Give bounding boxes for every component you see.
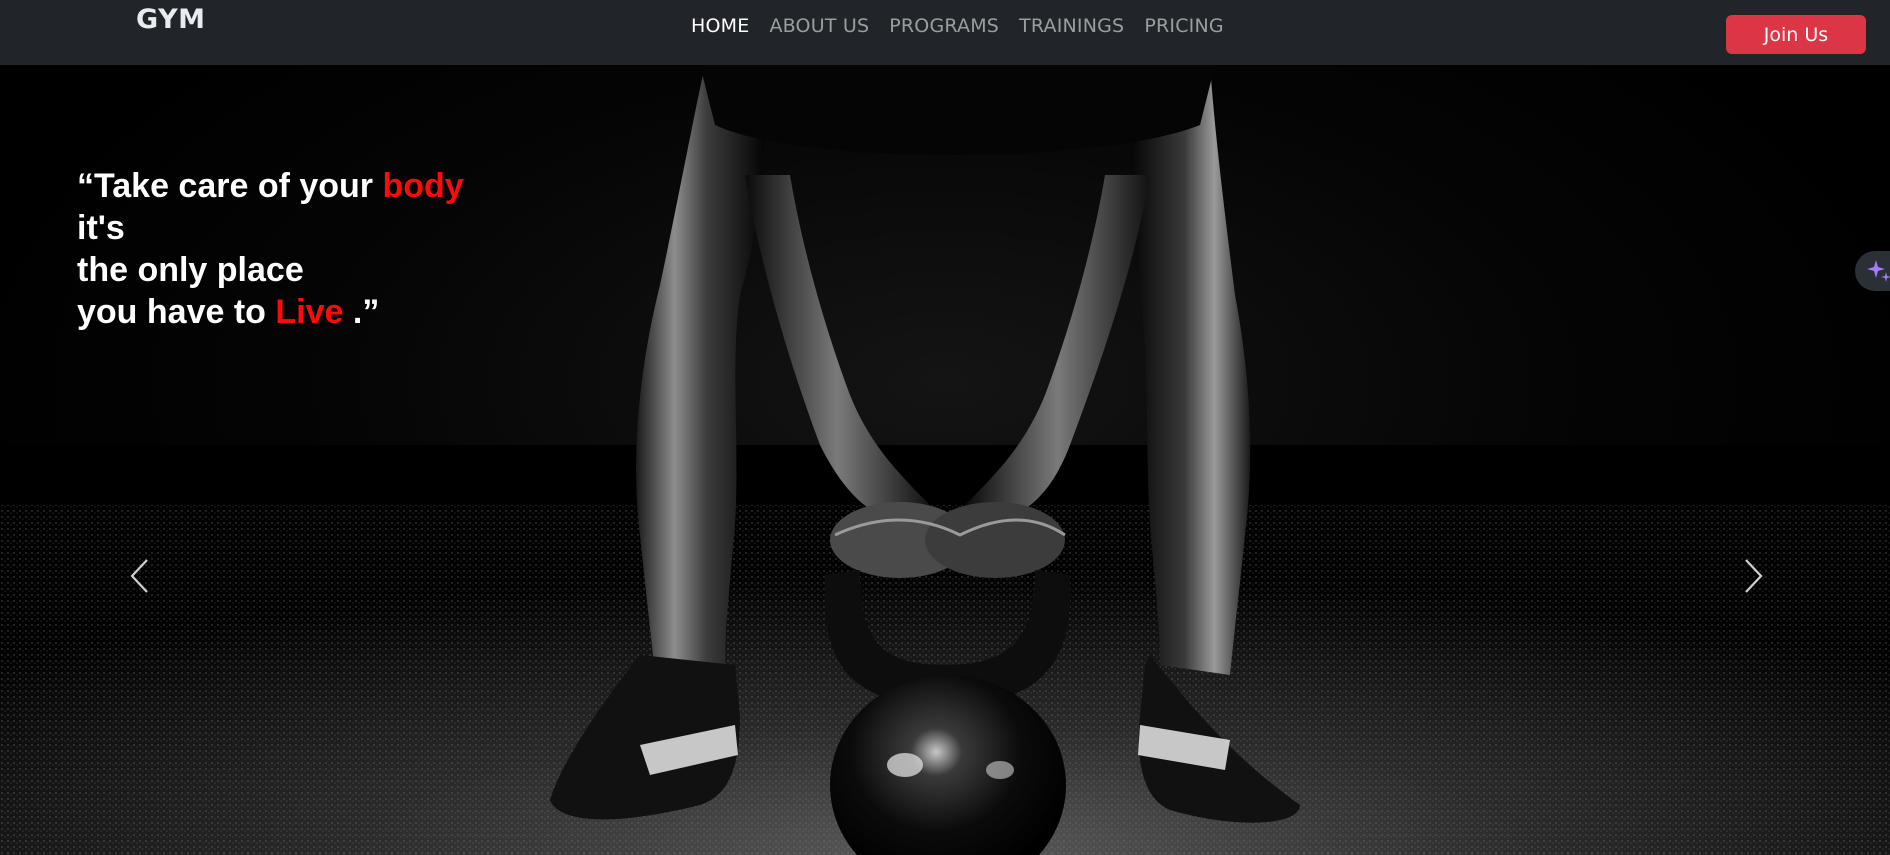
quote-line: the only place	[77, 251, 304, 289]
quote-highlight-body: body	[382, 167, 464, 205]
hero-carousel: “Take care of your body it's the only pl…	[0, 65, 1890, 855]
carousel-prev-button[interactable]	[119, 546, 159, 606]
nav-link-programs[interactable]: PROGRAMS	[879, 14, 1009, 38]
carousel-next-button[interactable]	[1734, 546, 1774, 606]
nav-link-trainings[interactable]: TRAININGS	[1009, 14, 1134, 38]
quote-highlight-live: Live	[275, 293, 344, 331]
nav-links: HOME ABOUT US PROGRAMS TRAININGS PRICING	[691, 14, 1234, 38]
top-navbar: GYM HOME ABOUT US PROGRAMS TRAININGS PRI…	[0, 0, 1890, 65]
assistant-side-tab[interactable]	[1855, 251, 1890, 291]
quote-text-part: you have to	[77, 293, 276, 331]
hero-quote: “Take care of your body it's the only pl…	[77, 165, 464, 333]
quote-line: it's	[77, 209, 125, 247]
nav-link-about-us[interactable]: ABOUT US	[759, 14, 879, 38]
nav-link-home[interactable]: HOME	[691, 14, 759, 38]
chevron-left-icon	[130, 559, 148, 593]
join-us-button[interactable]: Join Us	[1726, 15, 1866, 54]
quote-text-part: “Take care of your	[77, 167, 383, 205]
nav-link-pricing[interactable]: PRICING	[1134, 14, 1233, 38]
chevron-right-icon	[1745, 559, 1763, 593]
sparkle-icon	[1867, 260, 1890, 282]
brand-logo[interactable]: GYM	[136, 4, 206, 35]
quote-text-part: .”	[343, 293, 380, 331]
